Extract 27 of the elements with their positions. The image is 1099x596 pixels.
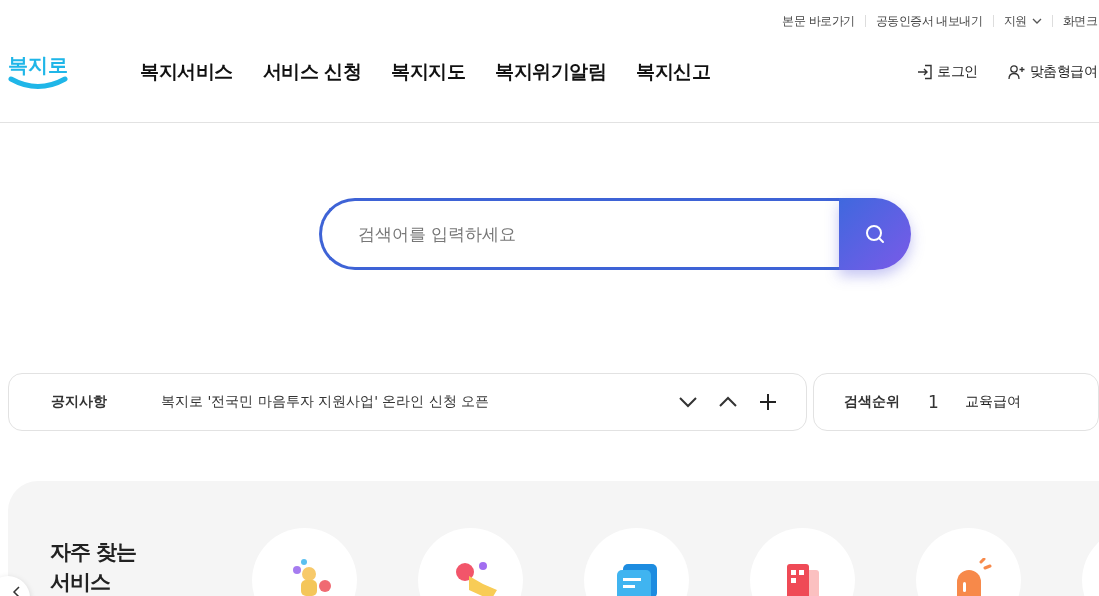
nav-link[interactable]: 복지서비스 xyxy=(140,59,233,85)
nav-link[interactable]: 복지지도 xyxy=(391,59,466,85)
chevron-down-icon xyxy=(1031,18,1042,24)
utility-link[interactable]: 화면크 xyxy=(1062,12,1097,30)
section-title: 자주 찾는 서비스 xyxy=(50,539,138,596)
smile-icon xyxy=(8,76,68,90)
search-button[interactable] xyxy=(839,198,911,270)
ranking-label: 검색순위 xyxy=(843,393,900,411)
account-link[interactable]: 로그인 xyxy=(917,63,978,81)
nav-link[interactable]: 복지위기알림 xyxy=(495,59,607,85)
search-icon xyxy=(864,223,886,245)
search-field[interactable]: 검색어를 입력하세요 xyxy=(319,198,839,270)
notice-label: 공지사항 xyxy=(51,393,108,411)
more-button[interactable] xyxy=(757,392,778,412)
utility-link[interactable]: 본문 바로가기 xyxy=(782,12,855,30)
plus-icon xyxy=(757,392,778,412)
user-add-icon xyxy=(1007,64,1026,80)
notice-link[interactable]: 복지로 '전국민 마음투자 지원사업' 온라인 신청 오픈 xyxy=(161,393,490,411)
utility-link[interactable]: 공동인증서 내보내기 xyxy=(875,12,983,30)
chevron-left-icon xyxy=(12,586,20,596)
rank-number: 1 xyxy=(927,392,939,412)
nav-link[interactable]: 서비스 신청 xyxy=(262,59,362,85)
utility-link[interactable]: 지원 xyxy=(1003,12,1042,30)
login-icon xyxy=(917,64,933,80)
account-link[interactable]: 맞춤형급여 xyxy=(1007,63,1097,81)
nav-link[interactable]: 복지신고 xyxy=(636,59,711,85)
ranking-link[interactable]: 교육급여 xyxy=(964,393,1021,411)
